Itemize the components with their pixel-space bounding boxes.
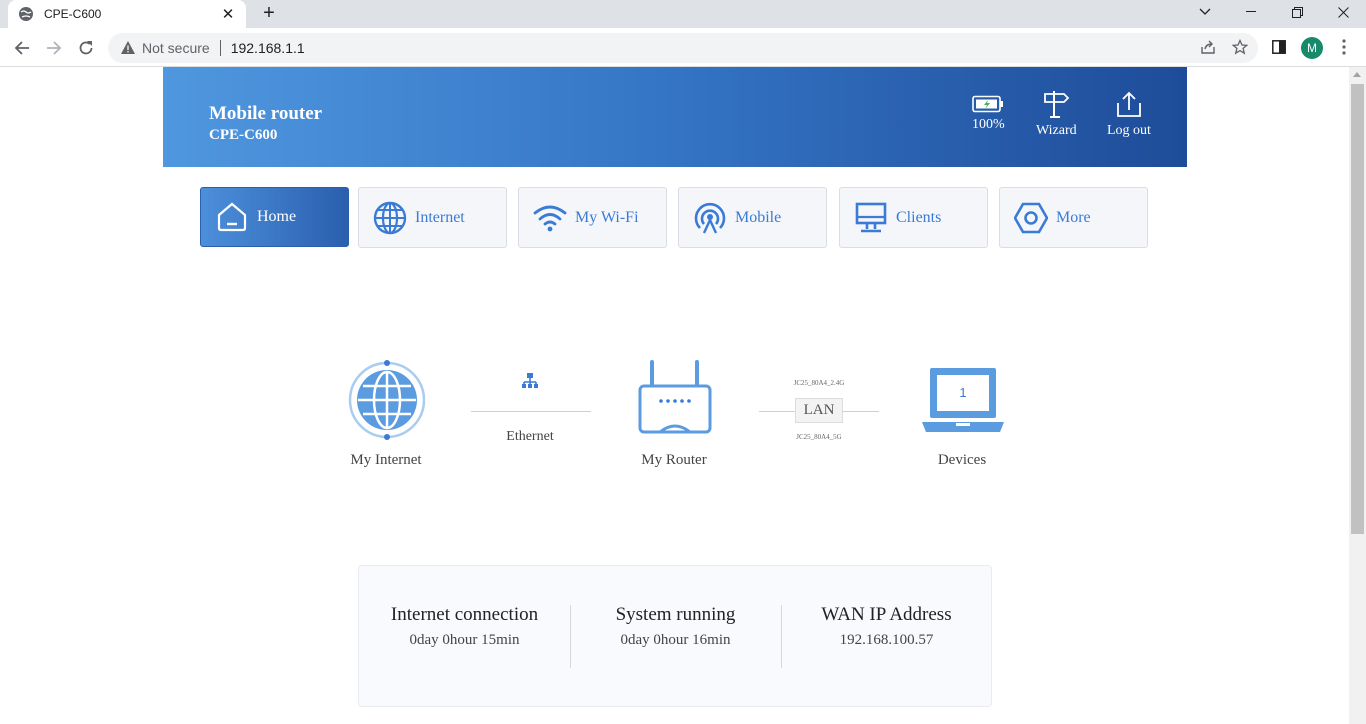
my-router-label: My Router (641, 452, 707, 468)
tab-mobile-label: Mobile (735, 208, 782, 226)
router-header: Mobile router CPE-C600 100% Wizard Log o… (163, 67, 1187, 167)
back-icon[interactable] (10, 36, 34, 60)
browser-toolbar: Not secure 192.168.1.1 (0, 28, 1366, 67)
topology-devices[interactable]: 1 (920, 366, 1006, 434)
tab-internet[interactable]: Internet (358, 187, 507, 248)
my-internet-label: My Internet (350, 452, 422, 468)
tab-title: CPE-C600 (44, 7, 102, 21)
tab-mobile[interactable]: Mobile (678, 187, 827, 248)
wan-ip-stat: WAN IP Address 192.168.100.57 (781, 604, 992, 649)
restore-icon[interactable] (1274, 0, 1320, 24)
share-icon[interactable] (1197, 36, 1219, 58)
logout-label: Log out (1107, 123, 1151, 138)
topology-router[interactable] (636, 360, 714, 436)
wizard-button[interactable]: Wizard (1036, 89, 1077, 139)
omnibox-divider (219, 40, 221, 56)
tab-internet-label: Internet (415, 208, 465, 226)
wifi-icon (533, 201, 567, 235)
browser-tab[interactable]: CPE-C600 ✕ (8, 0, 246, 28)
forward-icon[interactable] (42, 36, 66, 60)
devices-label: Devices (937, 452, 987, 468)
brand-model: CPE-C600 (209, 127, 278, 143)
stat-value: 0day 0hour 16min (620, 632, 731, 648)
internet-connection-stat: Internet connection 0day 0hour 15min (359, 604, 570, 649)
tab-clients[interactable]: Clients (839, 187, 988, 248)
tab-my-wifi[interactable]: My Wi-Fi (518, 187, 667, 248)
hexagon-icon (1014, 201, 1048, 235)
lan-badge: LAN (795, 398, 843, 423)
address-bar[interactable]: Not secure 192.168.1.1 (108, 33, 1258, 63)
tab-home[interactable]: Home (200, 187, 349, 247)
page-scrollbar[interactable] (1349, 67, 1366, 724)
tab-clients-label: Clients (896, 208, 942, 226)
security-label[interactable]: Not secure (142, 40, 210, 56)
browser-tabstrip: CPE-C600 ✕ + (0, 0, 1366, 28)
tab-home-label: Home (257, 208, 297, 225)
menu-kebab-icon[interactable] (1333, 36, 1355, 58)
scroll-thumb[interactable] (1351, 84, 1364, 534)
battery-status: 100% (972, 95, 1005, 133)
ethernet-label: Ethernet (506, 429, 554, 444)
system-running-stat: System running 0day 0hour 16min (570, 604, 781, 649)
close-window-icon[interactable] (1320, 0, 1366, 24)
monitor-icon (854, 201, 888, 235)
ssid-24g-label: JC25_80A4_2.4G (793, 379, 845, 387)
tab-close-icon[interactable]: ✕ (220, 5, 236, 23)
status-panel: Internet connection 0day 0hour 15min Sys… (358, 565, 992, 707)
brand-title: Mobile router (209, 103, 323, 124)
internet-globe-icon (348, 360, 426, 440)
devices-count: 1 (959, 385, 967, 400)
side-panel-icon[interactable] (1268, 36, 1290, 58)
profile-avatar[interactable]: M (1301, 37, 1323, 59)
topology-internet[interactable] (345, 358, 429, 442)
reload-icon[interactable] (74, 36, 98, 60)
ssid-5g-label: JC25_80A4_5G (796, 433, 842, 441)
stat-value: 0day 0hour 15min (409, 632, 520, 648)
logout-button[interactable]: Log out (1107, 89, 1151, 139)
ethernet-link-line (471, 411, 591, 412)
wizard-label: Wizard (1036, 123, 1077, 138)
laptop-icon (922, 368, 1004, 432)
stat-title: WAN IP Address (821, 604, 952, 625)
warning-icon[interactable] (120, 40, 136, 56)
ethernet-network-icon (521, 372, 539, 390)
tab-my-wifi-label: My Wi-Fi (575, 208, 639, 226)
new-tab-icon[interactable]: + (258, 3, 280, 25)
tab-more-label: More (1056, 208, 1091, 226)
tab-more[interactable]: More (999, 187, 1148, 248)
stat-title: Internet connection (390, 604, 539, 625)
signpost-icon (1044, 91, 1070, 118)
url-text[interactable]: 192.168.1.1 (231, 40, 305, 56)
antenna-icon (693, 201, 727, 235)
home-icon (215, 200, 249, 234)
stat-title: System running (615, 604, 736, 625)
globe-icon (373, 201, 407, 235)
scroll-up-arrow-icon[interactable] (1353, 72, 1361, 77)
bookmark-star-icon[interactable] (1229, 36, 1251, 58)
globe-favicon-icon (19, 7, 33, 21)
upload-logout-icon (1117, 91, 1141, 117)
battery-icon (972, 95, 1004, 113)
router-icon (638, 360, 712, 434)
battery-label: 100% (972, 117, 1005, 132)
stat-value: 192.168.100.57 (839, 632, 934, 648)
minimize-icon[interactable] (1228, 0, 1274, 24)
tab-search-chevron-icon[interactable] (1182, 0, 1228, 24)
